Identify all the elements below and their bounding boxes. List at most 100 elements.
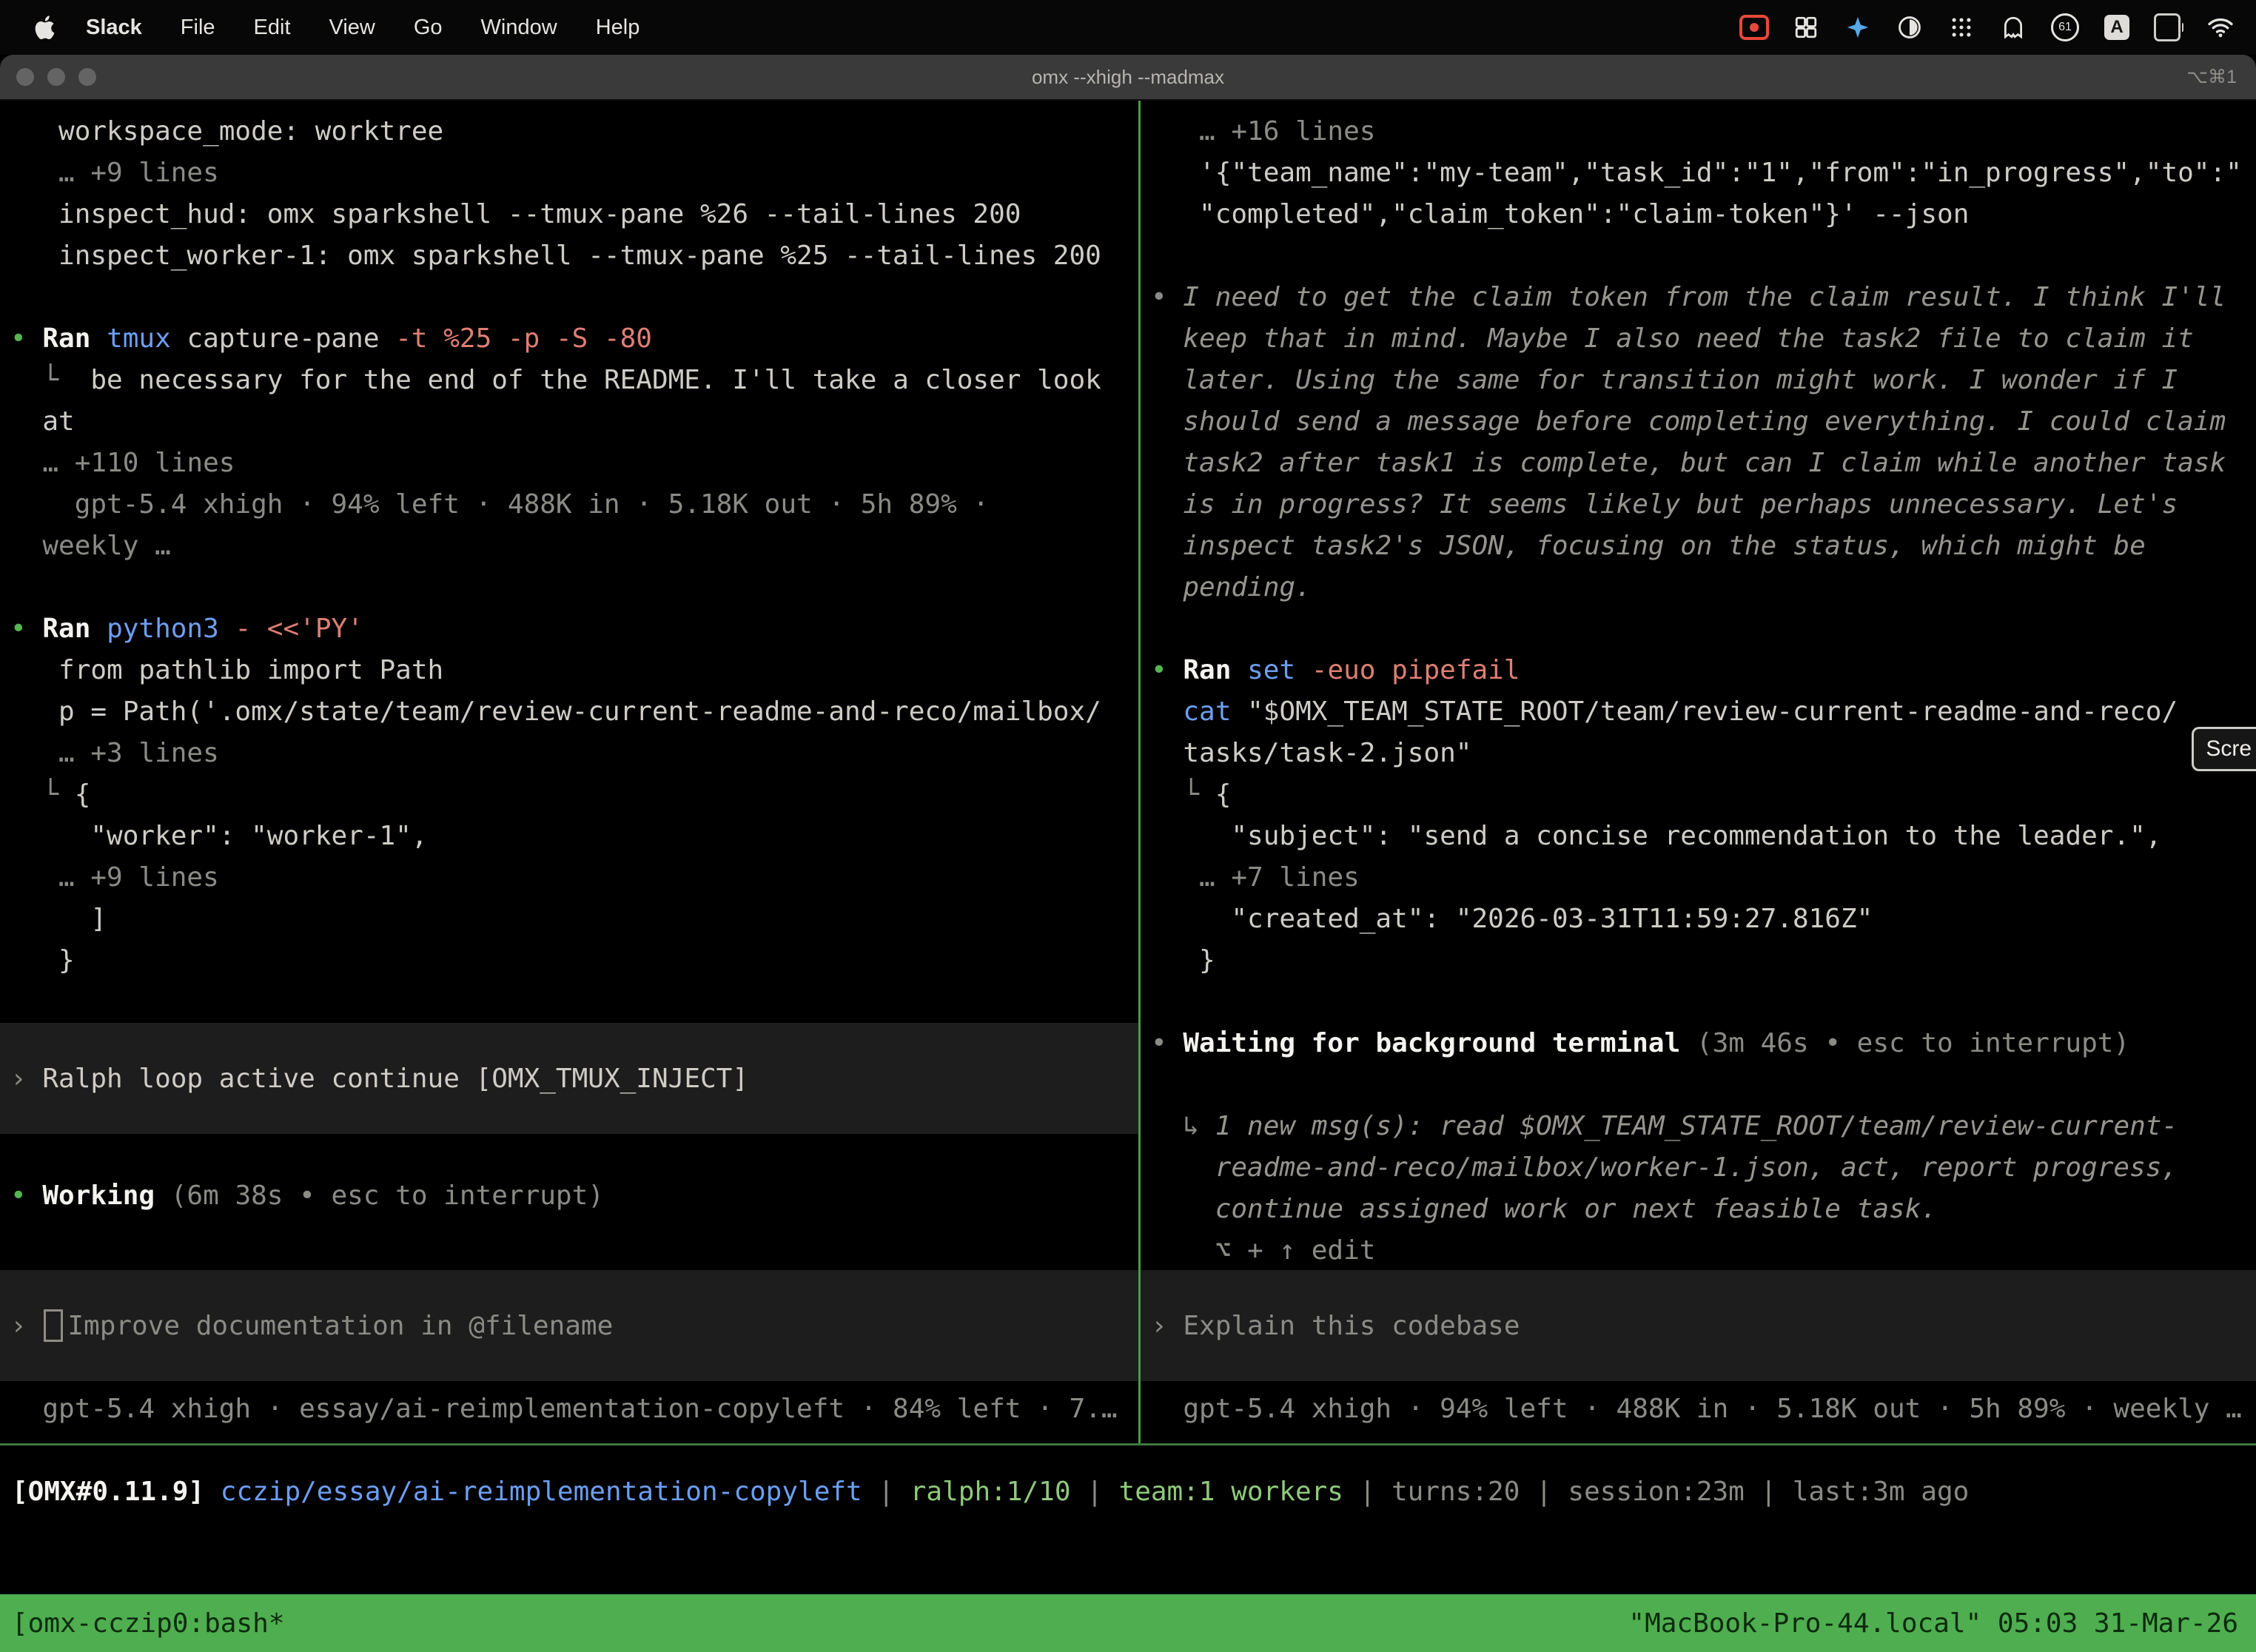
terminal-text: '{"team_name":"my-team","task_id":"1","f… [1151,158,2242,188]
terminal-text: Explain this codebase [1183,1311,1520,1341]
terminal-text: python3 [107,614,235,644]
terminal-text: { [1215,779,1232,810]
terminal-text: tmux [107,323,187,354]
terminal-line: • Ran set -euo pipefail [1141,650,2256,691]
terminal-line: inspect task2's JSON, focusing on the st… [1141,526,2256,567]
terminal-text: workspace_mode: worktree [10,116,443,147]
terminal-text: be necessary for the end of the README. … [90,365,1101,395]
terminal-line: "completed","claim_token":"claim-token"}… [1141,194,2256,235]
menu-window[interactable]: Window [462,16,577,40]
terminal-text: [OMX#0.11.9] [12,1477,221,1507]
left-pane-bottom: › Improve documentation in @filename gpt… [0,1270,1138,1443]
terminal-text: 1 new msg(s): read $OMX_TEAM_STATE_ROOT/… [1215,1111,2178,1141]
terminal-line: "created_at": "2026-03-31T11:59:27.816Z" [1141,899,2256,940]
menu-file[interactable]: File [161,16,235,40]
terminal-text: | [1071,1477,1119,1507]
window-title: omx --xhigh --madmax [1032,66,1224,89]
window-title-bar[interactable]: omx --xhigh --madmax ⌥⌘1 [0,55,2256,101]
terminal-text: capture-pane [187,323,395,354]
window-shortcut-hint: ⌥⌘1 [2186,55,2237,99]
terminal-text: … +9 lines [10,862,219,893]
terminal-line: gpt-5.4 xhigh · 94% left · 488K in · 5.1… [0,484,1138,526]
window-grid-icon[interactable] [1791,13,1821,42]
terminal-line: └ { [1141,774,2256,816]
terminal-line: continue assigned work or next feasible … [1141,1189,2256,1230]
menu-items: FileEditViewGoWindowHelp [161,16,659,40]
terminal-line: '{"team_name":"my-team","task_id":"1","f… [1141,152,2256,194]
terminal-text: › [10,1064,42,1094]
terminal-text: • [10,1181,42,1211]
terminal-text: pending. [1151,572,1312,602]
menu-edit[interactable]: Edit [235,16,310,40]
record-indicator-icon[interactable] [1739,13,1769,42]
terminal-text: › [1151,1311,1183,1341]
screenshot-notification[interactable]: Scre [2192,727,2256,771]
terminal-line: • Ran python3 - <<'PY' [0,608,1138,650]
menu-help[interactable]: Help [577,16,659,40]
terminal-text: | [1745,1477,1793,1507]
left-terminal-pane[interactable]: workspace_mode: worktree … +9 lines insp… [0,101,1138,1443]
terminal-text: Ran [42,323,107,354]
terminal-line: "worker": "worker-1", [0,816,1138,857]
terminal-line: ] [0,899,1138,940]
minimize-button[interactable] [47,68,65,86]
terminal-text: … +9 lines [10,158,219,188]
terminal-text: … +3 lines [10,738,219,768]
close-button[interactable] [16,68,34,86]
terminal-line [0,1134,1138,1175]
terminal-line: … +110 lines [0,443,1138,484]
terminal-text: • [1151,282,1183,312]
right-prompt-band[interactable]: › Explain this codebase [1141,1270,2256,1381]
terminal-line [0,981,1138,1023]
terminal-text: Waiting for background terminal [1183,1028,1696,1058]
menu-app-name[interactable]: Slack [67,16,161,40]
terminal-text: p = Path('.omx/state/team/review-current… [10,696,1101,727]
terminal-line: pending. [1141,567,2256,608]
terminal-text: └ [10,779,75,810]
menu-go[interactable]: Go [395,16,462,40]
right-status-line: gpt-5.4 xhigh · 94% left · 488K in · 5.1… [1141,1389,2256,1430]
wifi-icon[interactable] [2206,13,2235,42]
blue-app-icon[interactable] [1843,13,1873,42]
terminal-line: keep that in mind. Maybe I also need the… [1141,318,2256,360]
terminal-text: ralph:1/10 [910,1477,1071,1507]
terminal-text: - <<'PY' [235,614,363,644]
terminal-text: • [1151,1028,1183,1058]
terminal-text: | [1520,1477,1568,1507]
terminal-text: | [862,1477,910,1507]
terminal-line: … +3 lines [0,733,1138,774]
terminal-line: … +9 lines [0,152,1138,194]
terminal-line [0,567,1138,608]
left-prompt-band[interactable]: › Improve documentation in @filename [0,1270,1138,1381]
terminal-text: cat [1183,696,1247,727]
terminal-text: later. Using the same for transition mig… [1151,365,2178,395]
gauge-61-icon[interactable]: 61 [2050,13,2080,42]
right-terminal-pane[interactable]: … +16 lines '{"team_name":"my-team","tas… [1141,101,2256,1443]
menu-view[interactable]: View [310,16,395,40]
input-source-icon[interactable]: A [2102,13,2132,42]
terminal-line: └ be necessary for the end of the README… [0,360,1138,401]
terminal-text: { [75,779,91,810]
terminal-text: keep that in mind. Maybe I also need the… [1151,323,2194,354]
terminal-text [1151,696,1183,727]
terminal-line: • Working (6m 38s • esc to interrupt) [0,1175,1138,1217]
input-source-label: A [2104,15,2129,40]
zoom-button[interactable] [78,68,96,86]
terminal-line: tasks/task-2.json" [1141,733,2256,774]
ghost-icon[interactable] [1998,13,2028,42]
terminal-line: at [0,401,1138,443]
terminal-text: -t %25 -p -S -80 [395,323,652,354]
tmux-session-label: [omx-cczip0:bash* [12,1608,284,1639]
terminal-line: task2 after task1 is complete, but can I… [1141,443,2256,484]
apple-menu-icon[interactable] [30,13,59,42]
terminal-line [1141,608,2256,650]
dots-grid-icon[interactable] [1947,13,1976,42]
terminal-line [0,277,1138,318]
terminal-line: weekly … [0,526,1138,567]
terminal-text: continue assigned work or next feasible … [1151,1194,1937,1224]
dark-circle-icon[interactable] [1895,13,1924,42]
terminal-text: Ran [42,614,107,644]
terminal-text: "$OMX_TEAM_STATE_ROOT/team/review-curren… [1247,696,2178,727]
battery-icon[interactable] [2154,13,2183,42]
terminal-text: from pathlib import Path [10,655,443,685]
